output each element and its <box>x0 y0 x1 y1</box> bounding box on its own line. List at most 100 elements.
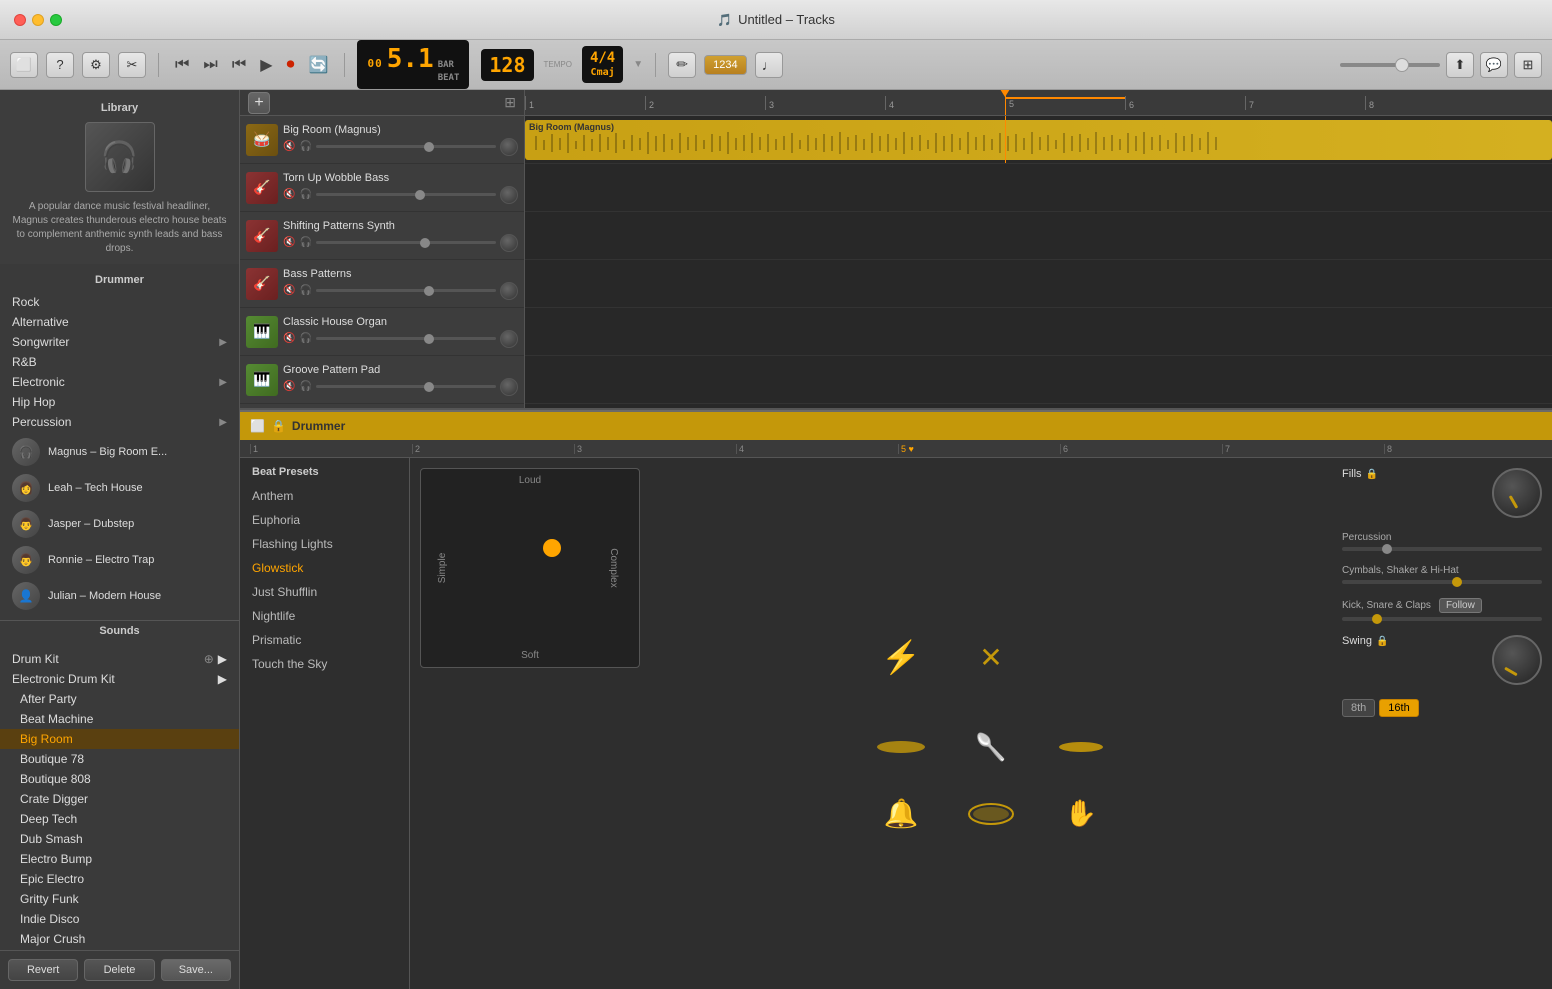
note-16th-button[interactable]: 16th <box>1379 699 1418 717</box>
sound-cat-drum-kit[interactable]: Drum Kit ⊕ ▶ <box>0 649 239 669</box>
category-rnb[interactable]: R&B <box>0 352 239 372</box>
drum-hihat-icon[interactable] <box>1041 707 1121 787</box>
sound-after-party[interactable]: After Party <box>0 689 239 709</box>
sound-epic-electro[interactable]: Epic Electro <box>0 869 239 889</box>
track-knob-1[interactable] <box>500 186 518 204</box>
preset-glowstick[interactable]: Glowstick <box>240 556 409 580</box>
preset-touch-sky[interactable]: Touch the Sky <box>240 652 409 676</box>
play-button[interactable]: ▶ <box>256 53 276 77</box>
kick-slider-track[interactable] <box>1342 617 1542 621</box>
category-rock[interactable]: Rock <box>0 292 239 312</box>
track-headphones-2[interactable]: 🎧 <box>299 237 311 248</box>
sound-electro-bump[interactable]: Electro Bump <box>0 849 239 869</box>
fills-knob[interactable] <box>1492 468 1542 518</box>
fast-forward-button[interactable]: ⏭ <box>199 54 221 76</box>
preset-flashing-lights[interactable]: Flashing Lights <box>240 532 409 556</box>
track-lane-2[interactable] <box>525 212 1552 260</box>
help-button[interactable]: ? <box>46 52 74 78</box>
sound-deep-tech[interactable]: Deep Tech <box>0 809 239 829</box>
track-lane-6[interactable] <box>525 404 1552 408</box>
sound-beat-machine[interactable]: Beat Machine <box>0 709 239 729</box>
sound-boutique-808[interactable]: Boutique 808 <box>0 769 239 789</box>
track-headphones-1[interactable]: 🎧 <box>299 189 311 200</box>
drum-mallet-icon[interactable]: 🥄 <box>951 707 1031 787</box>
preset-just-shufflin[interactable]: Just Shufflin <box>240 580 409 604</box>
category-alternative[interactable]: Alternative <box>0 312 239 332</box>
track-mute-5[interactable]: 🔇 <box>283 381 295 392</box>
drummer-item-3[interactable]: 👨 Ronnie – Electro Trap <box>0 542 239 578</box>
mode-1234-button[interactable]: 1234 <box>704 55 746 75</box>
category-percussion[interactable]: Percussion ▶ <box>0 412 239 432</box>
skip-back-button[interactable]: ⏮ <box>228 54 250 76</box>
track-headphones-4[interactable]: 🎧 <box>299 333 311 344</box>
delete-button[interactable]: Delete <box>84 959 154 981</box>
track-header-4[interactable]: 🎹 Classic House Organ 🔇 🎧 <box>240 308 524 356</box>
xy-pad[interactable]: Loud Soft Simple Complex <box>420 468 640 668</box>
grid-button[interactable]: ⊞ <box>1514 52 1542 78</box>
track-lane-4[interactable] <box>525 308 1552 356</box>
drum-snare-icon[interactable] <box>951 797 1031 830</box>
track-mute-3[interactable]: 🔇 <box>283 285 295 296</box>
drum-hand-icon[interactable]: ✋ <box>1041 797 1121 830</box>
track-knob-3[interactable] <box>500 282 518 300</box>
pencil-button[interactable]: ✏ <box>668 52 696 78</box>
track-header-3[interactable]: 🎸 Bass Patterns 🔇 🎧 <box>240 260 524 308</box>
track-headphones-0[interactable]: 🎧 <box>299 141 311 152</box>
track-options-icon[interactable]: ⊞ <box>504 94 516 111</box>
follow-button[interactable]: Follow <box>1439 598 1482 613</box>
sound-gritty-funk[interactable]: Gritty Funk <box>0 889 239 909</box>
volume-slider[interactable] <box>1340 63 1440 67</box>
track-header-1[interactable]: 🎸 Torn Up Wobble Bass 🔇 🎧 <box>240 164 524 212</box>
record-button[interactable]: ⏺ <box>283 54 299 76</box>
preset-nightlife[interactable]: Nightlife <box>240 604 409 628</box>
category-electronic[interactable]: Electronic ▶ <box>0 372 239 392</box>
track-mute-1[interactable]: 🔇 <box>283 189 295 200</box>
preset-prismatic[interactable]: Prismatic <box>240 628 409 652</box>
track-mute-0[interactable]: 🔇 <box>283 141 295 152</box>
drummer-item-1[interactable]: 👩 Leah – Tech House <box>0 470 239 506</box>
track-header-6[interactable]: 🎹 Chicago Chords 🔇 🎧 <box>240 404 524 408</box>
track-vol-0[interactable] <box>316 145 496 148</box>
sound-major-crush[interactable]: Major Crush <box>0 929 239 949</box>
fullscreen-button[interactable] <box>50 14 62 26</box>
drummer-item-4[interactable]: 👤 Julian – Modern House <box>0 578 239 614</box>
sound-indie-disco[interactable]: Indie Disco <box>0 909 239 929</box>
preset-anthem[interactable]: Anthem <box>240 484 409 508</box>
sound-boutique-78[interactable]: Boutique 78 <box>0 749 239 769</box>
note-8th-button[interactable]: 8th <box>1342 699 1375 717</box>
track-knob-4[interactable] <box>500 330 518 348</box>
track-lane-5[interactable] <box>525 356 1552 404</box>
track-mute-4[interactable]: 🔇 <box>283 333 295 344</box>
rewind-button[interactable]: ⏮ <box>171 54 193 76</box>
revert-button[interactable]: Revert <box>8 959 78 981</box>
track-lane-1[interactable] <box>525 164 1552 212</box>
swing-knob[interactable] <box>1492 635 1542 685</box>
sound-big-room[interactable]: Big Room <box>0 729 239 749</box>
drummer-item-2[interactable]: 👨 Jasper – Dubstep <box>0 506 239 542</box>
close-button[interactable] <box>14 14 26 26</box>
track-mute-2[interactable]: 🔇 <box>283 237 295 248</box>
drum-cross-icon[interactable]: ✕ <box>951 617 1031 697</box>
track-vol-2[interactable] <box>316 241 496 244</box>
note-button[interactable]: ♩ <box>755 52 783 78</box>
track-knob-0[interactable] <box>500 138 518 156</box>
time-sig-dropdown[interactable]: ▼ <box>633 59 643 70</box>
percussion-slider-track[interactable] <box>1342 547 1542 551</box>
track-header-0[interactable]: 🥁 Big Room (Magnus) 🔇 🎧 <box>240 116 524 164</box>
track-header-2[interactable]: 🎸 Shifting Patterns Synth 🔇 🎧 <box>240 212 524 260</box>
sound-crate-digger[interactable]: Crate Digger <box>0 789 239 809</box>
sound-dub-smash[interactable]: Dub Smash <box>0 829 239 849</box>
settings-button[interactable]: ⚙ <box>82 52 110 78</box>
add-track-button[interactable]: + <box>248 92 270 114</box>
track-vol-5[interactable] <box>316 385 496 388</box>
cymbals-slider-track[interactable] <box>1342 580 1542 584</box>
track-headphones-5[interactable]: 🎧 <box>299 381 311 392</box>
track-vol-3[interactable] <box>316 289 496 292</box>
time-sig-display[interactable]: 4/4 Cmaj <box>582 46 623 83</box>
scissor-button[interactable]: ✂ <box>118 52 146 78</box>
preset-euphoria[interactable]: Euphoria <box>240 508 409 532</box>
category-songwriter[interactable]: Songwriter ▶ <box>0 332 239 352</box>
track-vol-4[interactable] <box>316 337 496 340</box>
track-header-5[interactable]: 🎹 Groove Pattern Pad 🔇 🎧 <box>240 356 524 404</box>
track-knob-2[interactable] <box>500 234 518 252</box>
